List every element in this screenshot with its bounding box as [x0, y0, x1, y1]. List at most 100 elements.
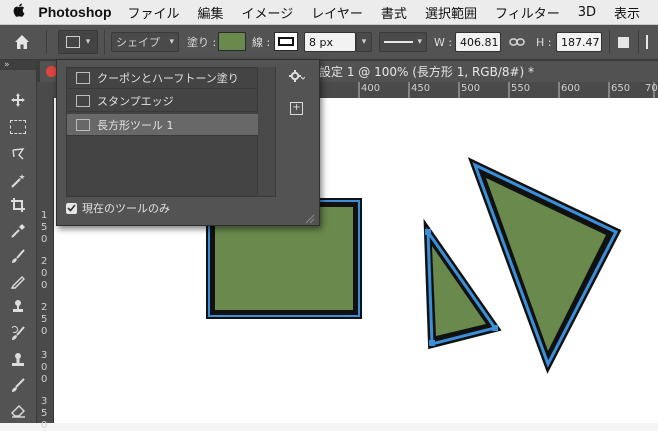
lasso-tool-icon[interactable] [6, 143, 30, 165]
ruler-label: 650 [611, 83, 631, 94]
magic-wand-tool-icon[interactable] [6, 170, 30, 192]
height-field[interactable]: 187.47 p [556, 32, 602, 52]
stroke-color-swatch[interactable] [274, 32, 298, 51]
brush-tool-icon[interactable] [6, 245, 30, 267]
document-tab-title: 設定 1 @ 100% (長方形 1, RGB/8#) * [319, 65, 535, 79]
menu-bar: Photoshop ファイル 編集 イメージ レイヤー 書式 選択範囲 フィルタ… [0, 0, 658, 25]
ruler-label: 5 [41, 222, 48, 233]
preset-item-stamp-edge[interactable]: スタンプエッジ [67, 90, 258, 112]
crop-tool-icon[interactable] [6, 194, 30, 216]
eyedropper-tool-icon[interactable] [6, 220, 30, 242]
rectangle-preset-icon [65, 36, 80, 48]
stroke-width-dropdown[interactable]: ▾ [356, 32, 372, 52]
resize-grip-icon[interactable] [305, 209, 315, 228]
ruler-label: 450 [411, 83, 431, 94]
history-brush-tool-icon[interactable] [6, 322, 30, 344]
preset-item-coupon-halftone[interactable]: クーポンとハーフトーン塗り [67, 67, 258, 89]
current-tool-only-checkbox[interactable]: 現在のツールのみ [66, 200, 170, 216]
fill-label: 塗り : [187, 36, 217, 49]
stroke-width-value: 8 px [309, 35, 333, 49]
width-label: W : [434, 35, 453, 49]
current-tool-only-label: 現在のツールのみ [82, 202, 170, 215]
tool-preset-popup: クーポンとハーフトーン塗り スタンプエッジ 長方形ツール 1 + 現在のツールの… [56, 59, 320, 226]
small-triangle-shape[interactable] [423, 218, 502, 350]
mode-value: シェイプ [116, 36, 160, 49]
menu-view[interactable]: 表示 [614, 3, 640, 22]
chevron-down-icon: ▾ [169, 37, 174, 47]
menu-file[interactable]: ファイル [128, 3, 180, 22]
new-preset-icon[interactable]: + [290, 102, 303, 115]
path-alignment-icon[interactable] [646, 31, 648, 53]
menu-edit[interactable]: 編集 [198, 3, 224, 22]
stroke-type-select[interactable]: ▾ [379, 32, 427, 52]
rectangle-preset-icon [76, 94, 90, 107]
stroke-label: 線 : [252, 36, 271, 49]
pencil-tool-icon[interactable] [6, 270, 30, 292]
chevron-down-icon: ▾ [85, 37, 91, 47]
preset-item-label: 長方形ツール 1 [97, 118, 174, 132]
stroke-width-field[interactable]: 8 px [304, 32, 356, 52]
preset-item-label: クーポンとハーフトーン塗り [97, 71, 239, 85]
width-value: 406.81 [460, 35, 499, 49]
path-operations-icon[interactable] [618, 31, 629, 53]
menu-image[interactable]: イメージ [242, 3, 294, 22]
menu-3d[interactable]: 3D [578, 5, 596, 20]
fill-color-swatch[interactable] [218, 32, 246, 51]
preset-item-label: スタンプエッジ [97, 94, 174, 108]
ruler-label: 600 [561, 83, 581, 94]
gear-icon[interactable] [289, 70, 306, 85]
width-field[interactable]: 406.81 [455, 32, 501, 52]
anchor-point[interactable] [429, 340, 435, 346]
move-tool-icon[interactable] [6, 89, 30, 111]
ruler-label: 0 [41, 280, 48, 291]
app-name-menu[interactable]: Photoshop [38, 4, 111, 20]
ruler-label: 2 [41, 256, 48, 267]
anchor-point[interactable] [492, 325, 498, 331]
menu-filter[interactable]: フィルター [495, 3, 560, 22]
menu-select[interactable]: 選択範囲 [425, 3, 477, 22]
preset-item-rectangle-tool-1[interactable]: 長方形ツール 1 [67, 114, 258, 136]
ruler-label: 0 [41, 326, 48, 337]
link-icon[interactable] [509, 31, 525, 53]
vertical-ruler: 1 5 0 2 0 0 2 5 0 3 0 0 3 5 0 [37, 98, 54, 431]
rectangle-preset-icon [76, 118, 90, 131]
chevron-down-icon: ▾ [361, 37, 367, 47]
menu-type[interactable]: 書式 [381, 3, 407, 22]
menu-layer[interactable]: レイヤー [311, 3, 363, 22]
ruler-label: 0 [41, 268, 48, 279]
ruler-label: 0 [41, 374, 48, 385]
rectangle-preset-icon [76, 71, 90, 84]
tool-preset-picker[interactable]: ▾ [58, 30, 98, 54]
ruler-label: 0 [41, 234, 48, 245]
apple-menu-icon[interactable] [0, 3, 38, 21]
anchor-point[interactable] [425, 229, 431, 235]
large-triangle-shape[interactable] [467, 157, 622, 374]
ruler-label: 500 [461, 83, 481, 94]
ruler-label: 70 [645, 83, 658, 94]
home-icon[interactable] [14, 31, 30, 53]
ruler-label: 3 [41, 350, 48, 361]
ruler-label: 2 [41, 302, 48, 313]
ruler-label: 5 [41, 408, 48, 419]
stamp-tool-icon[interactable] [6, 349, 30, 371]
chevron-down-icon: ▾ [417, 37, 422, 47]
height-value: 187.47 p [561, 35, 601, 49]
ruler-label: 5 [41, 314, 48, 325]
height-label: H : [536, 35, 552, 49]
ruler-label: 0 [41, 420, 48, 431]
ruler-label: 3 [41, 396, 48, 407]
eraser-brush-tool-icon[interactable] [6, 374, 30, 396]
clone-stamp-tool-icon[interactable] [6, 296, 30, 318]
options-bar: ▾ シェイプ ▾ 塗り : 線 : 8 px ▾ ▾ W : 406.81 H … [0, 25, 658, 60]
collapse-panel-icon[interactable]: » [0, 60, 36, 70]
mode-select[interactable]: シェイプ ▾ [111, 32, 179, 52]
ruler-label: 1 [41, 210, 48, 221]
marquee-tool-icon[interactable] [6, 116, 30, 138]
ruler-label: 0 [41, 362, 48, 373]
ruler-label: 550 [511, 83, 531, 94]
preset-list-scrollbar[interactable] [257, 67, 275, 195]
tools-panel: » [0, 60, 37, 423]
checkmark-icon [66, 202, 77, 214]
eraser-tool-icon[interactable] [6, 399, 30, 421]
stroke-line-icon [384, 41, 414, 43]
